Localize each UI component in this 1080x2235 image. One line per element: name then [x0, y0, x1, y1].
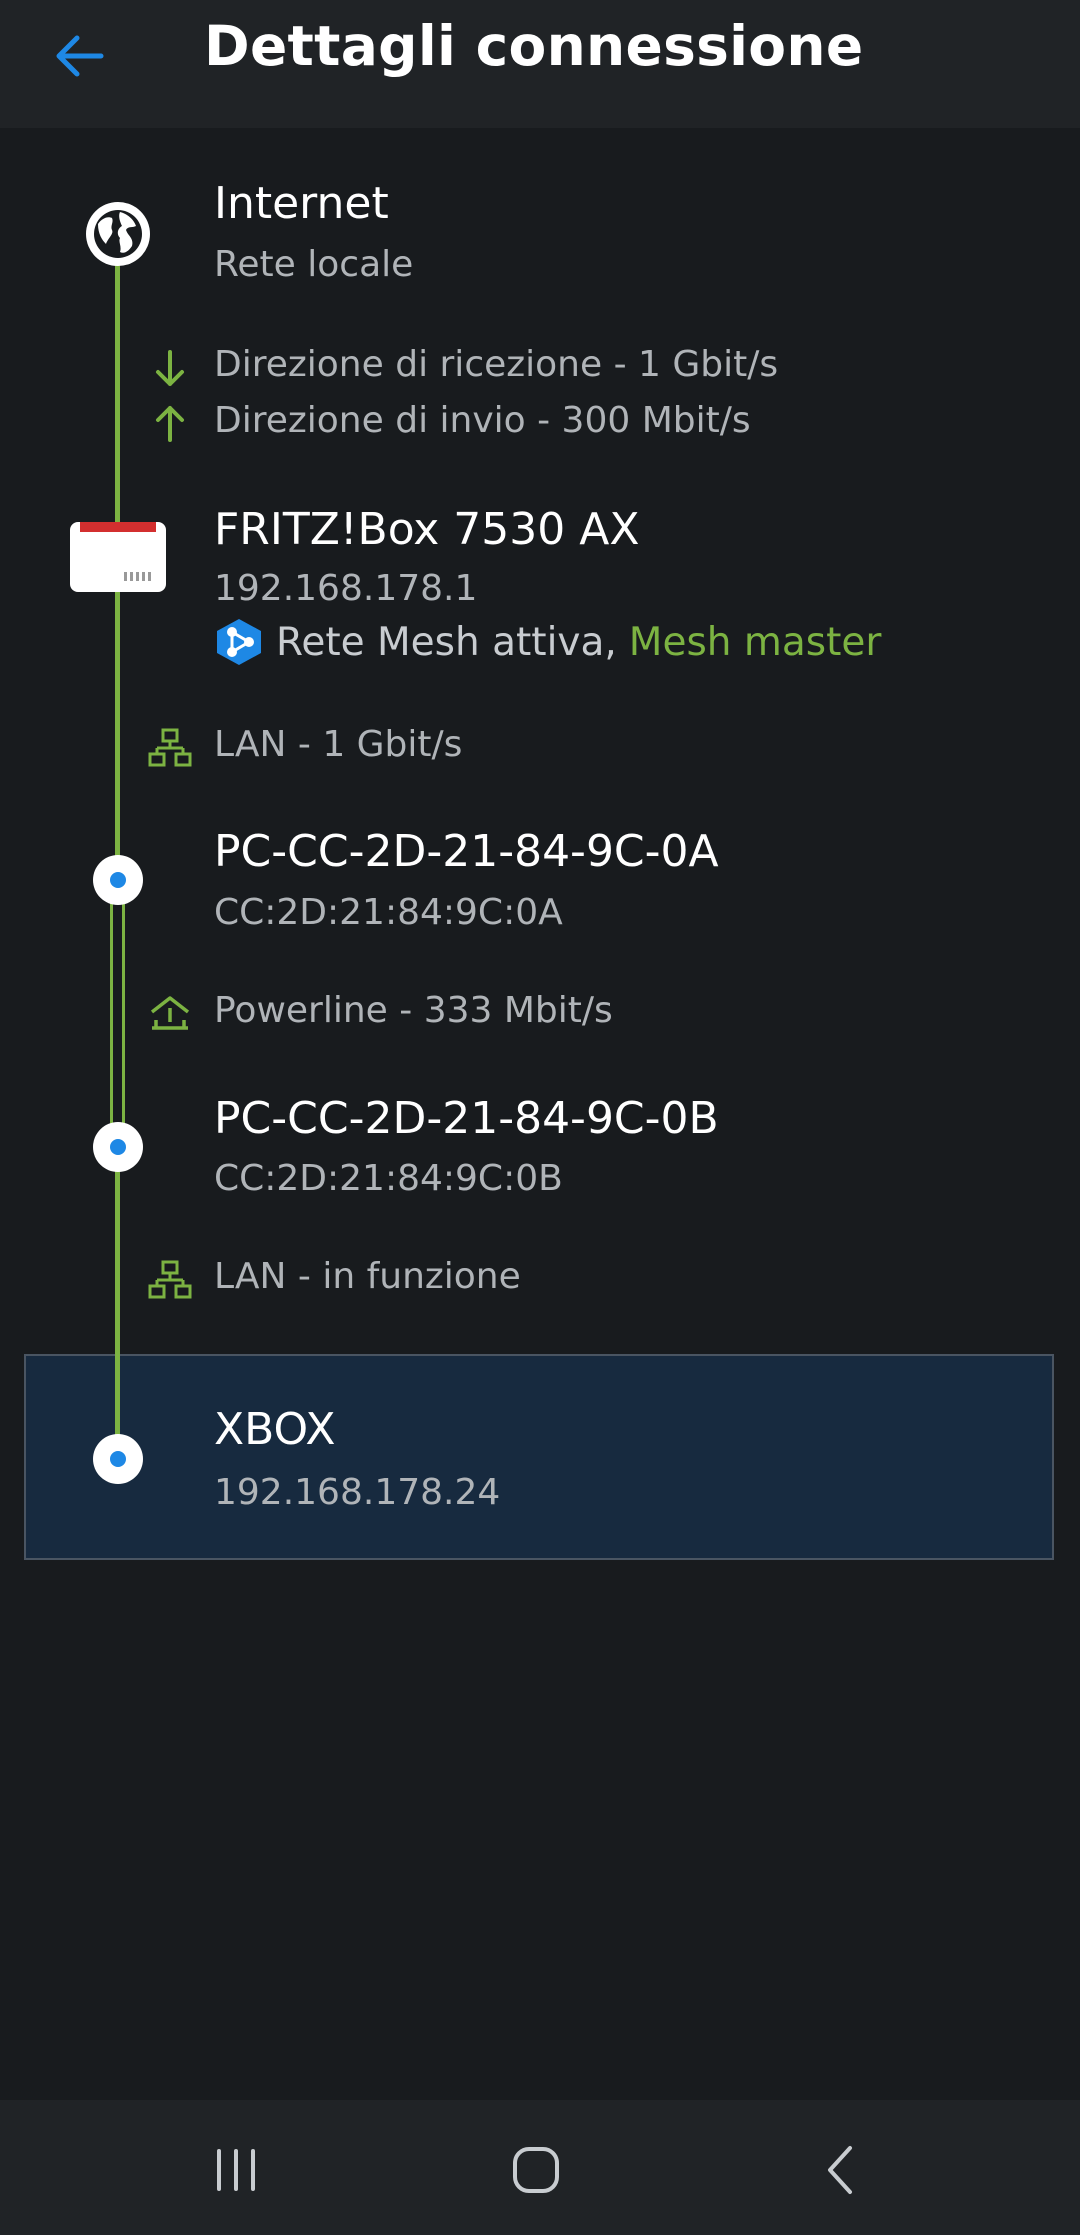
pc-b-mac: CC:2D:21:84:9C:0B	[214, 1158, 563, 1199]
pc-a-name: PC-CC-2D-21-84-9C-0A	[214, 826, 719, 877]
fritzbox-name: FRITZ!Box 7530 AX	[214, 504, 640, 555]
powerline-speed: Powerline - 333 Mbit/s	[214, 990, 613, 1031]
timeline-line-lan-1	[115, 590, 120, 880]
home-icon	[513, 2147, 559, 2193]
selected-device-row[interactable]	[24, 1354, 1054, 1560]
upload-speed: Direzione di invio - 300 Mbit/s	[214, 400, 751, 441]
mesh-icon	[217, 619, 261, 665]
recent-apps-icon	[217, 2149, 255, 2191]
lan-icon	[148, 728, 192, 767]
timeline-line-internet	[115, 262, 120, 528]
device-node-dot	[93, 855, 143, 905]
system-nav-bar	[0, 2100, 1080, 2235]
internet-subtitle: Rete locale	[214, 244, 414, 285]
pc-a-mac: CC:2D:21:84:9C:0A	[214, 892, 563, 933]
home-button[interactable]	[486, 2130, 586, 2210]
recent-apps-button[interactable]	[186, 2130, 286, 2210]
globe-icon	[86, 202, 150, 266]
lan-2-status: LAN - in funzione	[214, 1256, 521, 1297]
nav-back-button[interactable]	[790, 2130, 890, 2210]
arrow-left-icon	[56, 35, 104, 77]
device-node-dot	[93, 1434, 143, 1484]
mesh-role: Mesh master	[628, 619, 882, 665]
lan-icon	[148, 1260, 192, 1299]
xbox-name: XBOX	[214, 1404, 336, 1455]
router-icon	[70, 522, 166, 592]
screen: Dettagli connessione Internet Rete local…	[0, 0, 1080, 2235]
powerline-icon	[150, 996, 190, 1030]
device-node-dot	[93, 1122, 143, 1172]
pc-b-name: PC-CC-2D-21-84-9C-0B	[214, 1093, 719, 1144]
mesh-status-text: Rete Mesh attiva,	[276, 619, 617, 665]
arrow-down-icon	[156, 350, 184, 386]
back-button[interactable]	[44, 20, 116, 92]
page-title: Dettagli connessione	[204, 14, 864, 78]
arrow-up-icon	[156, 406, 184, 442]
mesh-status: Rete Mesh attiva, Mesh master	[212, 616, 881, 668]
lan-1-speed: LAN - 1 Gbit/s	[214, 724, 463, 765]
fritzbox-ip: 192.168.178.1	[214, 568, 478, 609]
app-bar: Dettagli connessione	[0, 0, 1080, 128]
download-speed: Direzione di ricezione - 1 Gbit/s	[214, 344, 779, 385]
nav-back-icon	[828, 2146, 852, 2194]
timeline-line-powerline	[110, 880, 125, 1146]
xbox-ip: 192.168.178.24	[214, 1472, 501, 1513]
internet-name: Internet	[214, 178, 389, 229]
